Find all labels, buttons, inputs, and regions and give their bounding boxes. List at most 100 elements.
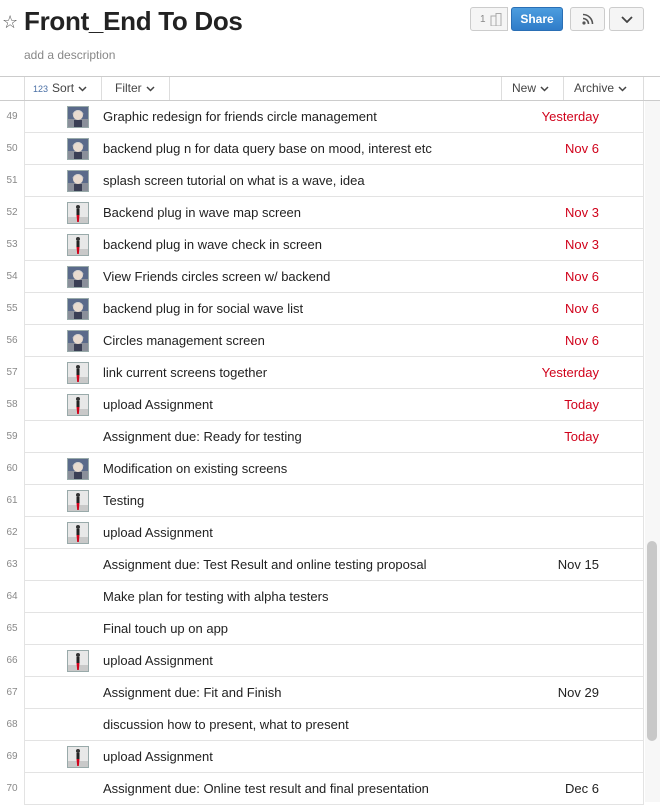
task-row[interactable]: 67 Assignment due: Fit and Finish Nov 29 xyxy=(0,677,660,709)
avatar[interactable] xyxy=(67,106,89,128)
filter-button[interactable]: Filter xyxy=(102,77,170,100)
due-date[interactable]: Dec 6 xyxy=(565,773,599,805)
task-text[interactable]: Make plan for testing with alpha testers xyxy=(103,581,328,613)
task-text[interactable]: upload Assignment xyxy=(103,741,213,773)
due-date[interactable]: Today xyxy=(564,421,599,453)
task-cell[interactable]: View Friends circles screen w/ backend No… xyxy=(24,261,644,293)
task-row[interactable]: 49 Graphic redesign for friends circle ma… xyxy=(0,101,660,133)
task-text[interactable]: Circles management screen xyxy=(103,325,265,357)
task-text[interactable]: upload Assignment xyxy=(103,389,213,421)
task-text[interactable]: Testing xyxy=(103,485,144,517)
task-row[interactable]: 69 upload Assignment xyxy=(0,741,660,773)
due-date[interactable]: Nov 6 xyxy=(565,261,599,293)
task-cell[interactable]: Assignment due: Test Result and online t… xyxy=(24,549,644,581)
avatar[interactable] xyxy=(67,490,89,512)
task-text[interactable]: splash screen tutorial on what is a wave… xyxy=(103,165,365,197)
star-icon[interactable]: ☆ xyxy=(2,12,18,33)
task-row[interactable]: 61 Testing xyxy=(0,485,660,517)
due-date[interactable]: Nov 15 xyxy=(558,549,599,581)
task-row[interactable]: 55 backend plug in for social wave list No… xyxy=(0,293,660,325)
task-row[interactable]: 60 Modification on existing screens xyxy=(0,453,660,485)
avatar[interactable] xyxy=(67,650,89,672)
new-button[interactable]: New xyxy=(501,77,564,100)
task-text[interactable]: backend plug n for data query base on mo… xyxy=(103,133,432,165)
task-cell[interactable]: Modification on existing screens xyxy=(24,453,644,485)
task-row[interactable]: 52 Backend plug in wave map screen Nov 3 xyxy=(0,197,660,229)
task-cell[interactable]: link current screens together Yesterday xyxy=(24,357,644,389)
task-text[interactable]: link current screens together xyxy=(103,357,267,389)
task-text[interactable]: Assignment due: Ready for testing xyxy=(103,421,302,453)
task-row[interactable]: 70 Assignment due: Online test result and… xyxy=(0,773,660,805)
due-date[interactable]: Nov 6 xyxy=(565,293,599,325)
task-cell[interactable]: upload Assignment xyxy=(24,741,644,773)
task-text[interactable]: upload Assignment xyxy=(103,517,213,549)
due-date[interactable]: Nov 29 xyxy=(558,677,599,709)
task-row[interactable]: 66 upload Assignment xyxy=(0,645,660,677)
due-date[interactable]: Yesterday xyxy=(542,357,599,389)
task-text[interactable]: upload Assignment xyxy=(103,645,213,677)
task-cell[interactable]: upload Assignment xyxy=(24,517,644,549)
task-cell[interactable]: backend plug in wave check in screen Nov … xyxy=(24,229,644,261)
task-row[interactable]: 63 Assignment due: Test Result and online… xyxy=(0,549,660,581)
task-text[interactable]: Graphic redesign for friends circle mana… xyxy=(103,101,377,133)
task-cell[interactable]: upload Assignment xyxy=(24,645,644,677)
task-cell[interactable]: Graphic redesign for friends circle mana… xyxy=(24,101,644,133)
task-row[interactable]: 56 Circles management screen Nov 6 xyxy=(0,325,660,357)
task-cell[interactable]: Assignment due: Online test result and f… xyxy=(24,773,644,805)
task-row[interactable]: 59 Assignment due: Ready for testing Today xyxy=(0,421,660,453)
task-cell[interactable]: Assignment due: Fit and Finish Nov 29 xyxy=(24,677,644,709)
task-text[interactable]: backend plug in wave check in screen xyxy=(103,229,322,261)
task-row[interactable]: 65 Final touch up on app xyxy=(0,613,660,645)
task-text[interactable]: discussion how to present, what to prese… xyxy=(103,709,349,741)
share-button[interactable]: Share xyxy=(511,7,563,31)
avatar[interactable] xyxy=(67,394,89,416)
description-field[interactable]: add a description xyxy=(24,48,115,62)
task-row[interactable]: 53 backend plug in wave check in screen No… xyxy=(0,229,660,261)
sort-button[interactable]: 123 Sort xyxy=(24,77,102,100)
follower-count-button[interactable]: 1 xyxy=(470,7,508,31)
avatar[interactable] xyxy=(67,298,89,320)
task-cell[interactable]: backend plug n for data query base on mo… xyxy=(24,133,644,165)
task-cell[interactable]: upload Assignment Today xyxy=(24,389,644,421)
avatar[interactable] xyxy=(67,138,89,160)
avatar[interactable] xyxy=(67,266,89,288)
task-cell[interactable]: Final touch up on app xyxy=(24,613,644,645)
task-row[interactable]: 62 upload Assignment xyxy=(0,517,660,549)
task-cell[interactable]: Assignment due: Ready for testing Today xyxy=(24,421,644,453)
task-row[interactable]: 57 link current screens together Yesterday xyxy=(0,357,660,389)
avatar[interactable] xyxy=(67,458,89,480)
avatar[interactable] xyxy=(67,170,89,192)
avatar[interactable] xyxy=(67,746,89,768)
due-date[interactable]: Nov 3 xyxy=(565,229,599,261)
task-cell[interactable]: Make plan for testing with alpha testers xyxy=(24,581,644,613)
avatar[interactable] xyxy=(67,234,89,256)
task-cell[interactable]: splash screen tutorial on what is a wave… xyxy=(24,165,644,197)
task-cell[interactable]: backend plug in for social wave list Nov … xyxy=(24,293,644,325)
task-row[interactable]: 54 View Friends circles screen w/ backend… xyxy=(0,261,660,293)
due-date[interactable]: Nov 3 xyxy=(565,197,599,229)
task-text[interactable]: Assignment due: Fit and Finish xyxy=(103,677,281,709)
avatar[interactable] xyxy=(67,522,89,544)
scrollbar-thumb[interactable] xyxy=(647,541,657,741)
task-row[interactable]: 68 discussion how to present, what to pre… xyxy=(0,709,660,741)
task-text[interactable]: Assignment due: Test Result and online t… xyxy=(103,549,427,581)
due-date[interactable]: Nov 6 xyxy=(565,325,599,357)
task-text[interactable]: Modification on existing screens xyxy=(103,453,287,485)
task-text[interactable]: backend plug in for social wave list xyxy=(103,293,303,325)
task-text[interactable]: Assignment due: Online test result and f… xyxy=(103,773,429,805)
task-cell[interactable]: Testing xyxy=(24,485,644,517)
task-row[interactable]: 50 backend plug n for data query base on … xyxy=(0,133,660,165)
more-options-button[interactable] xyxy=(609,7,644,31)
rss-button[interactable] xyxy=(570,7,605,31)
archive-button[interactable]: Archive xyxy=(564,77,644,100)
avatar[interactable] xyxy=(67,362,89,384)
task-cell[interactable]: Circles management screen Nov 6 xyxy=(24,325,644,357)
due-date[interactable]: Nov 6 xyxy=(565,133,599,165)
due-date[interactable]: Today xyxy=(564,389,599,421)
avatar[interactable] xyxy=(67,202,89,224)
task-text[interactable]: Backend plug in wave map screen xyxy=(103,197,301,229)
task-row[interactable]: 51 splash screen tutorial on what is a wa… xyxy=(0,165,660,197)
task-text[interactable]: Final touch up on app xyxy=(103,613,228,645)
task-cell[interactable]: discussion how to present, what to prese… xyxy=(24,709,644,741)
task-row[interactable]: 58 upload Assignment Today xyxy=(0,389,660,421)
